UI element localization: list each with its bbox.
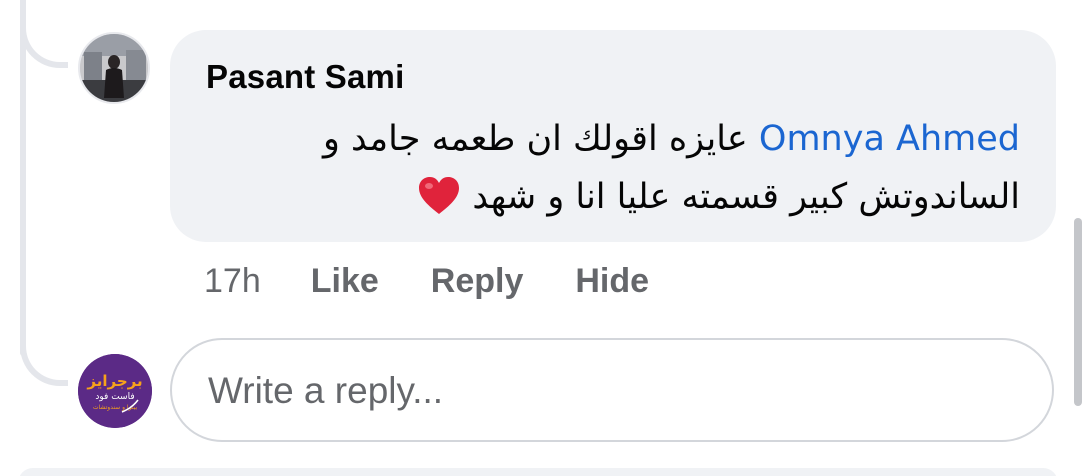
thread-connector-bottom — [20, 318, 68, 386]
scrollbar[interactable] — [1074, 218, 1082, 406]
commenter-name[interactable]: Pasant Sami — [206, 58, 404, 96]
hide-button[interactable]: Hide — [575, 262, 649, 301]
comment-timestamp[interactable]: 17h — [204, 262, 261, 301]
reply-input[interactable]: Write a reply... — [170, 338, 1054, 442]
thread-line — [20, 0, 26, 356]
comment-actions: 17h Like Reply Hide — [204, 262, 701, 301]
thread-connector-top — [20, 0, 68, 68]
comment-bubble: Pasant Sami Omnya Ahmed عايزه اقولك ان ط… — [170, 30, 1056, 242]
commenter-avatar[interactable] — [78, 32, 150, 104]
mention-link[interactable]: Omnya Ahmed — [759, 119, 1020, 159]
reply-placeholder: Write a reply... — [208, 370, 444, 411]
red-heart-icon — [417, 176, 461, 234]
comment-thread: Pasant Sami Omnya Ahmed عايزه اقولك ان ط… — [0, 0, 1092, 476]
page-avatar[interactable]: برجرايز فاست فود بيتزا و سندوتشات — [78, 354, 152, 428]
logo-text-main: برجرايز — [86, 372, 142, 390]
logo-text-sub: فاست فود — [95, 392, 134, 402]
reply-button[interactable]: Reply — [431, 262, 524, 301]
like-button[interactable]: Like — [311, 262, 379, 301]
next-comment-edge — [18, 468, 1058, 476]
comment-text: Omnya Ahmed عايزه اقولك ان طعمه جامد و ا… — [190, 110, 1020, 234]
comment-text-line2: الساندوتش كبير قسمته عليا انا و شهد — [472, 177, 1020, 217]
comment-text-line1: عايزه اقولك ان طعمه جامد و — [323, 119, 748, 159]
